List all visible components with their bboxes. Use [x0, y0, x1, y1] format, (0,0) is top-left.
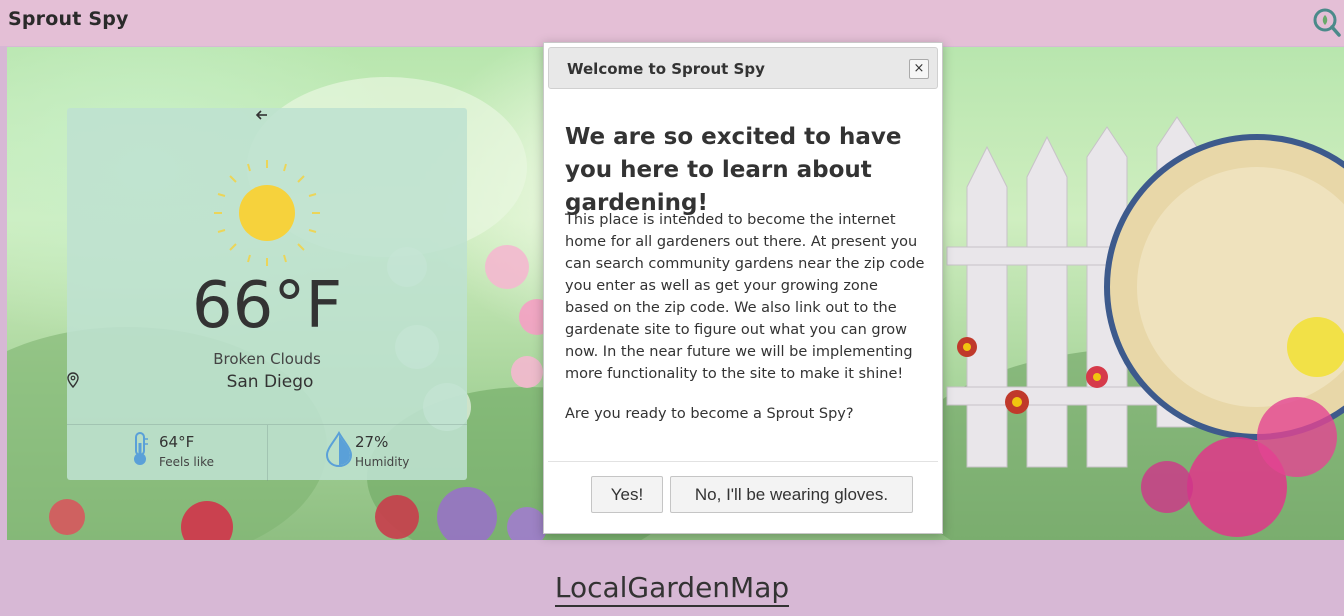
feels-like-stat: 64°F Feels like: [129, 431, 239, 475]
sun-icon: [212, 158, 322, 268]
humidity-stat: 27% Humidity: [325, 431, 435, 475]
water-drop-icon: [325, 431, 353, 467]
weather-condition: Broken Clouds: [213, 350, 321, 368]
humidity-label: Humidity: [355, 455, 410, 469]
welcome-modal: Welcome to Sprout Spy × We are so excite…: [543, 42, 943, 534]
modal-title: Welcome to Sprout Spy: [567, 60, 765, 78]
modal-header: Welcome to Sprout Spy ×: [548, 47, 938, 89]
weather-stats: 64°F Feels like 27% Humidity: [67, 424, 467, 481]
arrow-left-icon[interactable]: [255, 108, 279, 126]
temperature: 66°F: [191, 269, 343, 343]
app-title[interactable]: Sprout Spy: [8, 8, 129, 30]
top-bar: Sprout Spy: [0, 0, 1344, 46]
local-garden-map-section: LocalGardenMap: [0, 568, 1344, 608]
feels-like-value: 64°F: [159, 433, 195, 451]
location-name: San Diego: [226, 372, 314, 392]
local-garden-map-link[interactable]: LocalGardenMap: [554, 571, 790, 607]
modal-body-text: This place is intended to become the int…: [565, 212, 925, 382]
location: San Diego: [67, 372, 467, 392]
modal-heading: We are so excited to have you here to le…: [565, 124, 902, 216]
no-button[interactable]: No, I'll be wearing gloves.: [670, 476, 913, 513]
weather-card: 66°F Broken Clouds San Diego 64°F Feels …: [67, 108, 467, 481]
humidity-value: 27%: [355, 433, 389, 451]
close-button[interactable]: ×: [909, 59, 929, 79]
feels-like-label: Feels like: [159, 455, 214, 469]
search-icon[interactable]: [1312, 6, 1342, 38]
modal-question: Are you ready to become a Sprout Spy?: [565, 406, 854, 422]
stats-divider: [267, 425, 268, 481]
yes-button[interactable]: Yes!: [591, 476, 663, 513]
thermometer-icon: [134, 432, 148, 465]
modal-footer-divider: [548, 461, 938, 462]
